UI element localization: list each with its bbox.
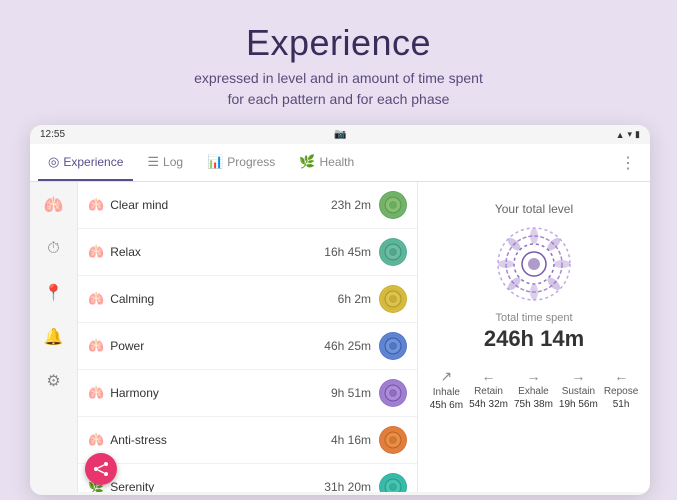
phase-exhale: → Exhale 75h 38m <box>514 368 553 410</box>
top-section: Experience expressed in level and in amo… <box>0 0 677 126</box>
exhale-icon: → <box>526 368 540 384</box>
content-area: 🫁 ⏱ 📍 🔔 ⚙ 🫁 Clear mind 23h 2m 🫁 Relax 16… <box>30 182 650 492</box>
signal-icon: ▲ <box>616 130 625 140</box>
item-name-1: Relax <box>110 245 324 259</box>
tab-health-label: Health <box>319 155 354 169</box>
item-name-2: Calming <box>110 292 337 306</box>
right-panel: Your total level <box>418 182 650 492</box>
item-time-2: 6h 2m <box>338 292 371 306</box>
list-item[interactable]: 🫁 Power 46h 25m <box>78 323 417 370</box>
tab-experience[interactable]: ◎ Experience <box>38 144 133 181</box>
list-item[interactable]: 🫁 Relax 16h 45m <box>78 229 417 276</box>
sidebar-bell-icon[interactable]: 🔔 <box>39 322 69 352</box>
list-item[interactable]: 🫁 Harmony 9h 51m <box>78 370 417 417</box>
phase-repose-name: Repose <box>604 386 638 397</box>
phase-retain: ← Retain 54h 32m <box>469 368 508 410</box>
phase-inhale-name: Inhale <box>433 387 460 398</box>
phase-exhale-name: Exhale <box>518 386 549 397</box>
phase-sustain: → Sustain 19h 56m <box>559 368 598 410</box>
sidebar-sliders-icon[interactable]: ⚙ <box>39 366 69 396</box>
sidebar: 🫁 ⏱ 📍 🔔 ⚙ <box>30 182 78 492</box>
item-icon-5: 🫁 <box>88 432 104 448</box>
sidebar-location-icon[interactable]: 📍 <box>39 278 69 308</box>
phase-repose-time: 51h <box>613 399 630 410</box>
phases-row: ↗ Inhale 45h 6m ← Retain 54h 32m → Exhal… <box>428 368 640 411</box>
item-badge-6 <box>379 473 407 492</box>
list-item[interactable]: 🫁 Calming 6h 2m <box>78 276 417 323</box>
item-badge-5 <box>379 426 407 454</box>
item-badge-2 <box>379 285 407 313</box>
item-time-6: 31h 20m <box>324 480 371 492</box>
item-icon-4: 🫁 <box>88 385 104 401</box>
item-name-0: Clear mind <box>110 198 331 212</box>
item-time-1: 16h 45m <box>324 245 371 259</box>
tab-log-label: Log <box>163 155 183 169</box>
nav-tabs: ◎ Experience ☰ Log 📊 Progress 🌿 Health ⋮ <box>30 144 650 182</box>
tab-experience-label: Experience <box>63 155 123 169</box>
item-badge-4 <box>379 379 407 407</box>
item-badge-0 <box>379 191 407 219</box>
tab-health[interactable]: 🌿 Health <box>289 144 364 181</box>
item-icon-3: 🫁 <box>88 338 104 354</box>
phone-mockup: 12:55 📷 ▲ ▾ ▮ ◎ Experience ☰ Log 📊 Progr… <box>30 125 650 495</box>
tab-progress[interactable]: 📊 Progress <box>197 144 285 181</box>
item-icon-2: 🫁 <box>88 291 104 307</box>
battery-icon: ▮ <box>635 129 640 140</box>
item-time-3: 46h 25m <box>324 339 371 353</box>
wifi-icon: ▾ <box>628 129 633 140</box>
list-item[interactable]: 🌿 Serenity 31h 20m <box>78 464 417 492</box>
item-time-4: 9h 51m <box>331 386 371 400</box>
status-icons: ▲ ▾ ▮ <box>616 129 640 140</box>
status-time: 12:55 <box>40 129 65 140</box>
phase-retain-name: Retain <box>474 386 503 397</box>
retain-icon: ← <box>482 368 496 384</box>
subtitle-line2: for each pattern and for each phase <box>228 91 450 107</box>
item-time-5: 4h 16m <box>331 433 371 447</box>
log-tab-icon: ☰ <box>147 154 159 170</box>
repose-icon: ← <box>614 368 628 384</box>
total-time-value: 246h 14m <box>484 326 584 352</box>
more-menu-button[interactable]: ⋮ <box>614 149 642 177</box>
subtitle-line1: expressed in level and in amount of time… <box>194 70 483 86</box>
inhale-icon: ↗ <box>441 368 453 385</box>
tab-progress-label: Progress <box>227 155 275 169</box>
item-name-3: Power <box>110 339 324 353</box>
item-badge-1 <box>379 238 407 266</box>
sidebar-lungs-icon[interactable]: 🫁 <box>39 190 69 220</box>
total-time-label: Total time spent <box>495 312 572 324</box>
phase-exhale-time: 75h 38m <box>514 399 553 410</box>
list-item[interactable]: 🫁 Clear mind 23h 2m <box>78 182 417 229</box>
tab-log[interactable]: ☰ Log <box>137 144 193 181</box>
experience-tab-icon: ◎ <box>48 154 59 170</box>
phase-inhale-time: 45h 6m <box>430 400 463 411</box>
item-icon-1: 🫁 <box>88 244 104 260</box>
phase-repose: ← Repose 51h <box>604 368 638 410</box>
list-panel: 🫁 Clear mind 23h 2m 🫁 Relax 16h 45m 🫁 Ca… <box>78 182 418 492</box>
sidebar-timer-icon[interactable]: ⏱ <box>39 234 69 264</box>
item-name-5: Anti-stress <box>110 433 331 447</box>
phase-inhale: ↗ Inhale 45h 6m <box>430 368 463 411</box>
list-item[interactable]: 🫁 Anti-stress 4h 16m <box>78 417 417 464</box>
item-badge-3 <box>379 332 407 360</box>
share-fab-button[interactable] <box>85 453 117 485</box>
health-tab-icon: 🌿 <box>299 154 315 170</box>
phase-sustain-time: 19h 56m <box>559 399 598 410</box>
progress-tab-icon: 📊 <box>207 154 223 170</box>
item-name-6: Serenity <box>110 480 324 492</box>
status-icon-camera: 📷 <box>334 129 346 140</box>
subtitle: expressed in level and in amount of time… <box>20 68 657 110</box>
status-bar: 12:55 📷 ▲ ▾ ▮ <box>30 125 650 144</box>
phase-sustain-name: Sustain <box>562 386 595 397</box>
phase-retain-time: 54h 32m <box>469 399 508 410</box>
item-name-4: Harmony <box>110 386 331 400</box>
mandala <box>494 224 574 304</box>
total-level-label: Your total level <box>495 202 573 216</box>
item-time-0: 23h 2m <box>331 198 371 212</box>
item-icon-0: 🫁 <box>88 197 104 213</box>
sustain-icon: → <box>571 368 585 384</box>
page-title: Experience <box>20 22 657 64</box>
